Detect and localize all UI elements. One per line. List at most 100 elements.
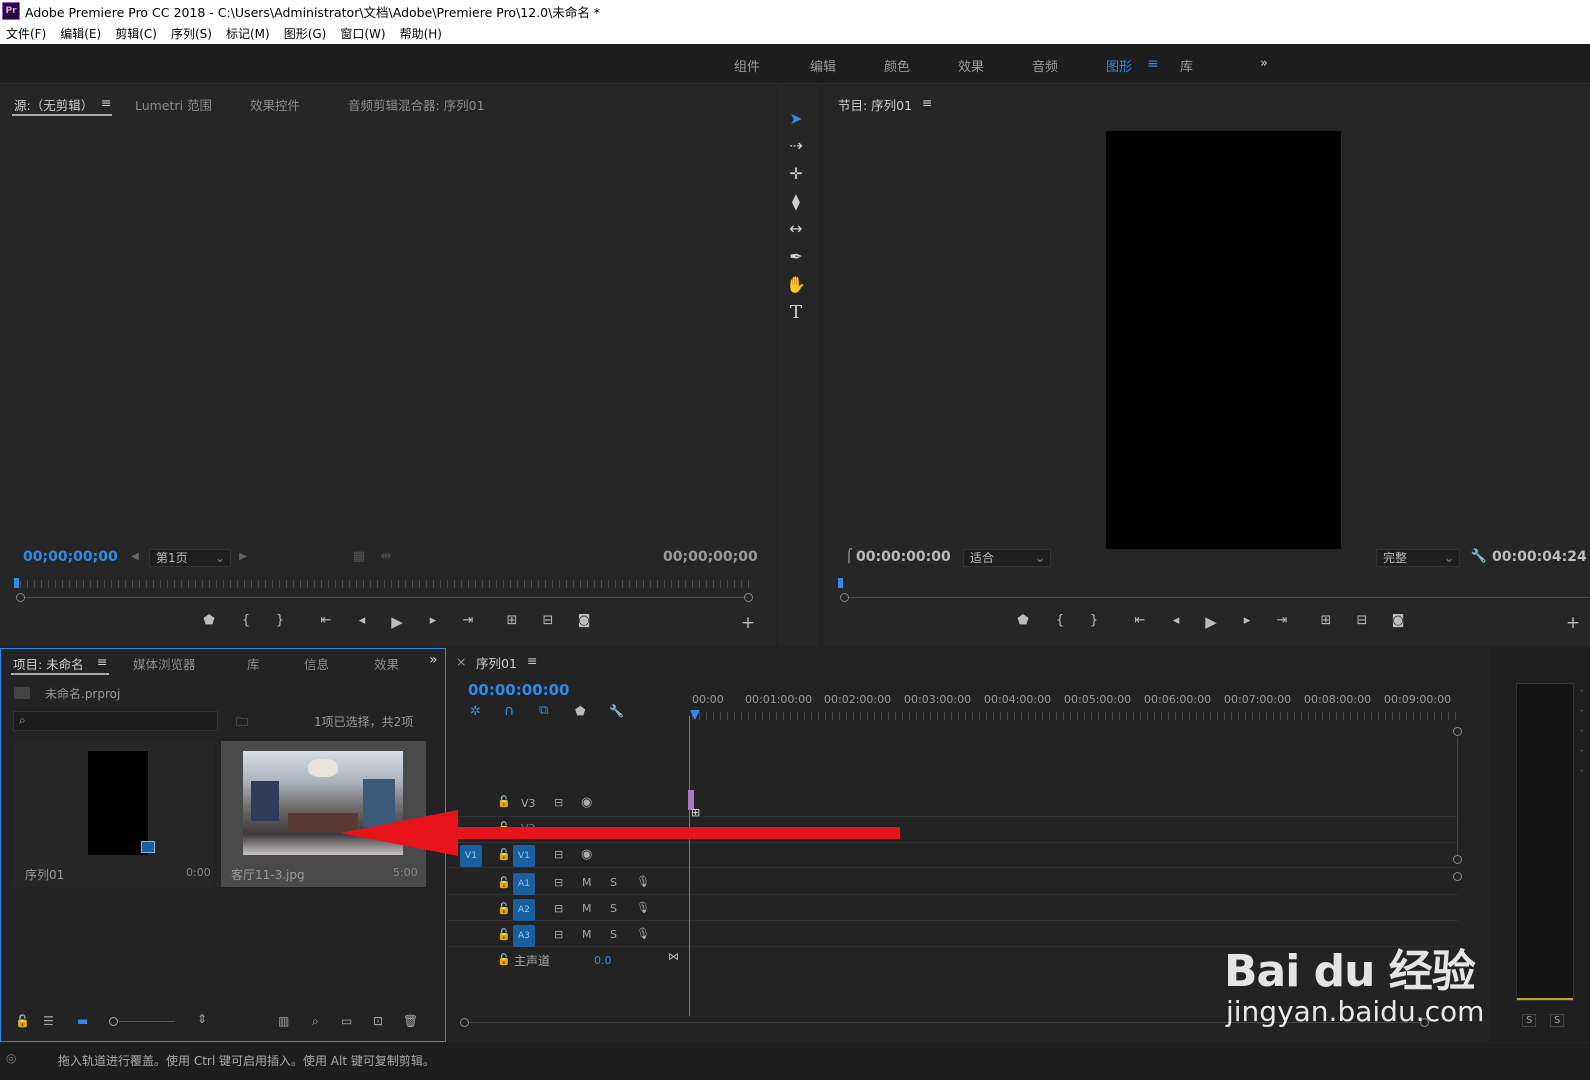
type-tool-icon[interactable]: T bbox=[783, 302, 809, 324]
source-current-timecode[interactable]: 00;00;00;00 bbox=[23, 549, 118, 565]
solo-button[interactable]: S bbox=[610, 902, 617, 915]
workspace-overflow-icon[interactable]: » bbox=[1260, 56, 1268, 71]
timeline-timecode[interactable]: 00:00:00:00 bbox=[468, 681, 570, 699]
menu-edit[interactable]: 编辑(E) bbox=[60, 25, 101, 42]
add-button-icon[interactable]: + bbox=[1564, 613, 1582, 633]
new-bin-from-search-icon[interactable]: 🗀 bbox=[236, 713, 248, 734]
selection-tool-icon[interactable]: ➤ bbox=[783, 108, 809, 130]
workspace-editing[interactable]: 编辑 bbox=[810, 56, 836, 75]
panel-menu-icon[interactable]: ≡ bbox=[101, 95, 111, 110]
workspace-audio[interactable]: 音频 bbox=[1032, 56, 1058, 75]
quality-dropdown[interactable]: 完整 ⌄ bbox=[1376, 549, 1460, 567]
icon-view-icon[interactable]: ▬ bbox=[77, 1014, 88, 1028]
source-playhead[interactable] bbox=[14, 578, 19, 588]
track-label-a3[interactable]: A3 bbox=[513, 925, 535, 947]
extract-icon[interactable]: ⊟ bbox=[1353, 613, 1371, 628]
add-button-icon[interactable]: + bbox=[739, 613, 757, 633]
tab-project[interactable]: 项目: 未命名 bbox=[13, 654, 84, 673]
sort-icon[interactable]: ⇕ bbox=[197, 1012, 207, 1026]
eye-icon[interactable]: ◉ bbox=[581, 795, 592, 810]
workspace-graphics[interactable]: 图形 bbox=[1106, 56, 1132, 75]
linked-selection-icon[interactable]: ⧉ bbox=[539, 703, 548, 718]
workspace-effects[interactable]: 效果 bbox=[958, 56, 984, 75]
tab-source[interactable]: 源:（无剪辑） bbox=[14, 95, 93, 114]
menu-marker[interactable]: 标记(M) bbox=[226, 25, 270, 42]
step-back-icon[interactable]: ◂ bbox=[1167, 613, 1185, 628]
tab-media-browser[interactable]: 媒体浏览器 bbox=[133, 654, 196, 673]
vscroll-handle-mid[interactable] bbox=[1453, 855, 1462, 864]
tab-effect-controls[interactable]: 效果控件 bbox=[250, 95, 300, 114]
sync-lock-icon[interactable]: ⊟ bbox=[554, 902, 563, 915]
menu-clip[interactable]: 剪辑(C) bbox=[115, 25, 157, 42]
tab-effects[interactable]: 效果 bbox=[374, 654, 399, 673]
track-label-a1[interactable]: A1 bbox=[513, 873, 535, 895]
next-page-icon[interactable]: ▶ bbox=[234, 551, 252, 562]
step-forward-icon[interactable]: ▸ bbox=[424, 613, 442, 628]
workspace-libraries[interactable]: 库 bbox=[1180, 56, 1193, 75]
settings-wrench-icon[interactable]: 🔧 bbox=[1470, 549, 1488, 564]
new-bin-icon[interactable]: ▭ bbox=[341, 1014, 352, 1028]
mute-button[interactable]: M bbox=[582, 876, 592, 889]
hscroll-handle-left[interactable] bbox=[460, 1018, 469, 1027]
overflow-icon[interactable]: » bbox=[429, 652, 438, 668]
program-zoom-bar[interactable] bbox=[849, 597, 1590, 598]
zoom-slider-handle[interactable] bbox=[109, 1017, 118, 1026]
step-forward-icon[interactable]: ▸ bbox=[1238, 613, 1256, 628]
timeline-playhead-head[interactable] bbox=[690, 710, 700, 720]
zoom-handle-right[interactable] bbox=[744, 593, 753, 602]
find-icon[interactable]: ⌕ bbox=[312, 1014, 319, 1029]
add-marker-icon[interactable]: ⬟ bbox=[1014, 613, 1032, 628]
page-dropdown[interactable]: 第1页 ⌄ bbox=[149, 549, 231, 567]
program-current-timecode[interactable]: 00:00:00:00 bbox=[856, 549, 951, 565]
new-item-icon[interactable]: ⊡ bbox=[373, 1014, 383, 1028]
master-volume-value[interactable]: 0.0 bbox=[594, 954, 612, 967]
go-to-out-icon[interactable]: ⇥ bbox=[459, 613, 477, 628]
solo-left-button[interactable]: S bbox=[1522, 1014, 1537, 1027]
mute-button[interactable]: M bbox=[582, 928, 592, 941]
list-view-icon[interactable]: ☰ bbox=[43, 1014, 54, 1028]
razor-tool-icon[interactable]: ⧫ bbox=[783, 191, 809, 213]
mark-out-icon[interactable]: } bbox=[271, 613, 289, 628]
vscroll-handle-audio[interactable] bbox=[1453, 872, 1462, 881]
mark-in-icon[interactable]: { bbox=[237, 613, 255, 628]
panel-menu-icon[interactable]: ≡ bbox=[527, 653, 537, 668]
mute-button[interactable]: M bbox=[582, 902, 592, 915]
menu-sequence[interactable]: 序列(S) bbox=[171, 25, 212, 42]
source-zoom-bar[interactable] bbox=[25, 597, 748, 598]
menu-window[interactable]: 窗口(W) bbox=[340, 25, 385, 42]
tab-libraries[interactable]: 库 bbox=[247, 654, 260, 673]
tab-info[interactable]: 信息 bbox=[304, 654, 329, 673]
go-to-in-icon[interactable]: ⇤ bbox=[317, 613, 335, 628]
lock-icon[interactable]: 🔓 bbox=[15, 1014, 30, 1028]
panel-menu-icon[interactable]: ≡ bbox=[922, 95, 932, 110]
workspace-menu-icon[interactable]: ≡ bbox=[1147, 56, 1159, 72]
trash-icon[interactable]: 🗑 bbox=[403, 1014, 418, 1028]
fit-dropdown[interactable]: 适合 ⌄ bbox=[963, 549, 1051, 567]
step-back-icon[interactable]: ◂ bbox=[353, 613, 371, 628]
zoom-handle-left[interactable] bbox=[840, 593, 849, 602]
prev-page-icon[interactable]: ◀ bbox=[126, 551, 144, 562]
search-input[interactable]: ⌕ bbox=[13, 711, 218, 731]
export-frame-icon[interactable]: ◙ bbox=[575, 613, 593, 628]
solo-right-button[interactable]: S bbox=[1550, 1014, 1565, 1027]
timeline-settings-icon[interactable]: 🔧 bbox=[609, 704, 624, 718]
panel-menu-icon[interactable]: ≡ bbox=[97, 654, 107, 669]
insert-icon[interactable]: ⊞ bbox=[503, 613, 521, 628]
menu-help[interactable]: 帮助(H) bbox=[400, 25, 442, 42]
program-playhead[interactable] bbox=[838, 578, 843, 588]
track-label-v3[interactable]: V3 bbox=[521, 797, 536, 810]
go-to-edit-point-icon[interactable]: ⋈ bbox=[668, 950, 679, 963]
microphone-icon[interactable]: 🎙 bbox=[636, 901, 650, 914]
tab-audio-clip-mixer[interactable]: 音频剪辑混合器: 序列01 bbox=[348, 95, 485, 114]
tab-lumetri-scopes[interactable]: Lumetri 范围 bbox=[135, 95, 212, 114]
mark-in-icon[interactable]: { bbox=[1051, 613, 1069, 628]
close-tab-icon[interactable]: × bbox=[456, 654, 466, 669]
track-lock-icon[interactable]: 🔓 bbox=[497, 953, 511, 966]
solo-button[interactable]: S bbox=[610, 876, 617, 889]
track-lock-icon[interactable]: 🔓 bbox=[497, 795, 511, 808]
vscroll-handle-top[interactable] bbox=[1453, 727, 1462, 736]
microphone-icon[interactable]: 🎙 bbox=[636, 927, 650, 940]
source-time-ruler[interactable] bbox=[20, 580, 750, 588]
export-frame-icon[interactable]: ◙ bbox=[1389, 613, 1407, 628]
drag-video-icon[interactable]: ▦ bbox=[350, 549, 368, 564]
